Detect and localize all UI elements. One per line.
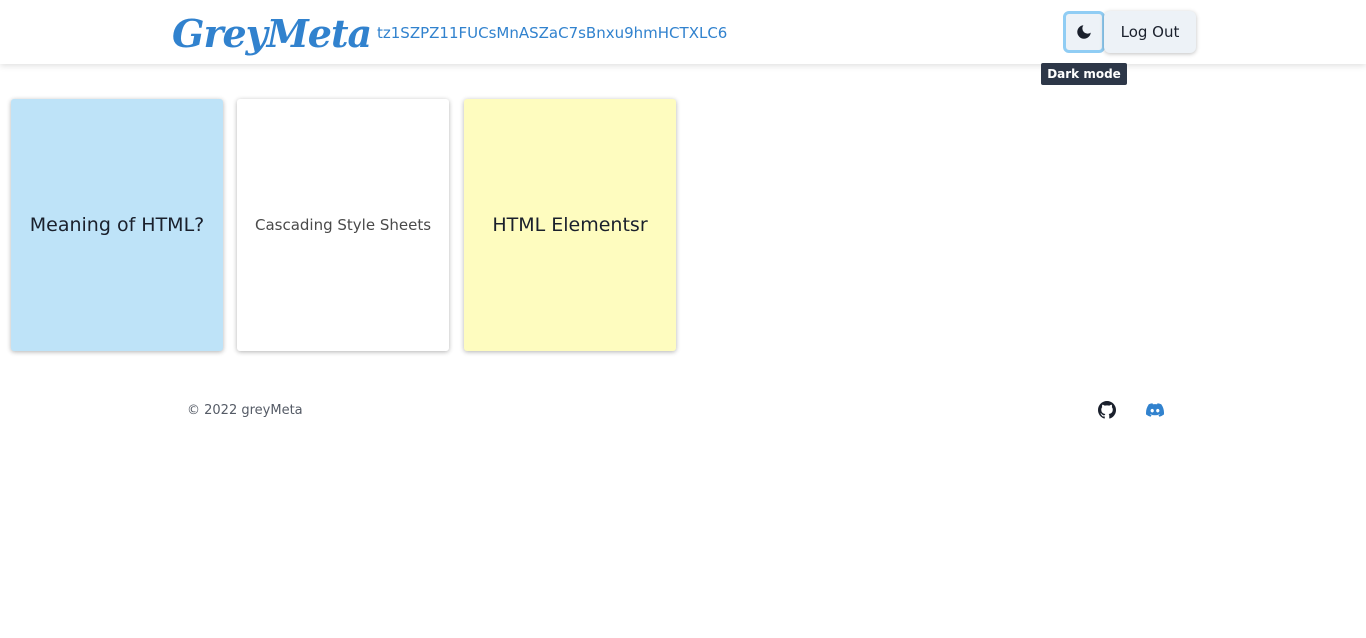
logout-button[interactable]: Log Out <box>1104 11 1196 53</box>
flashcard[interactable]: Meaning of HTML? <box>11 99 223 351</box>
discord-icon[interactable] <box>1146 401 1164 419</box>
flashcard[interactable]: Cascading Style Sheets <box>237 99 449 351</box>
dark-mode-toggle-button[interactable] <box>1063 11 1105 53</box>
moon-icon <box>1075 23 1093 41</box>
wallet-address: tz1SZPZ11FUCsMnASZaC7sBnxu9hmHCTXLC6 <box>377 24 728 42</box>
dark-mode-tooltip: Dark mode <box>1041 63 1127 85</box>
copyright-text: © 2022 greyMeta <box>187 403 303 418</box>
top-navbar: GreyMeta tz1SZPZ11FUCsMnASZaC7sBnxu9hmHC… <box>0 0 1366 64</box>
github-icon[interactable] <box>1098 401 1116 419</box>
flashcard[interactable]: HTML Elementsr <box>464 99 676 351</box>
logo[interactable]: GreyMeta <box>172 10 372 58</box>
